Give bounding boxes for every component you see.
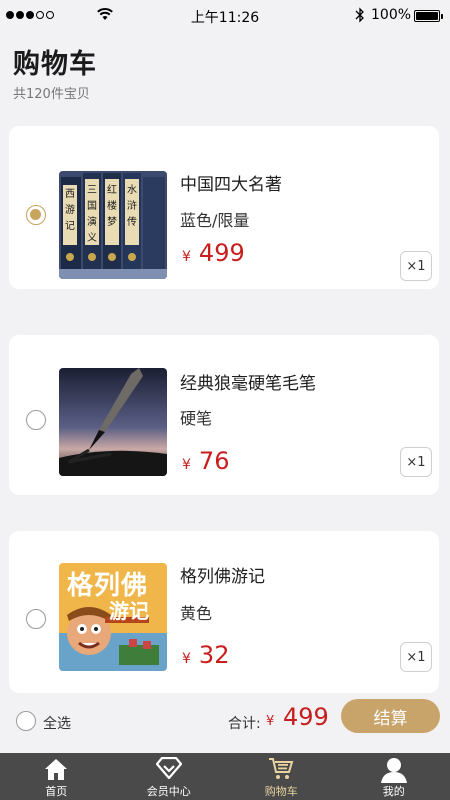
item-select-radio[interactable] bbox=[26, 410, 46, 430]
cart-item: 格列佛 游记 格列佛游记 黄色 ¥32 ×1 bbox=[9, 531, 439, 693]
svg-text:梦: 梦 bbox=[107, 216, 117, 228]
quantity-button[interactable]: ×1 bbox=[400, 447, 432, 477]
status-bar: 上午11:26 100% bbox=[0, 0, 450, 32]
tab-label: 首页 bbox=[45, 785, 68, 798]
pen-image[interactable] bbox=[59, 368, 167, 476]
item-name[interactable]: 中国四大名著 bbox=[180, 170, 282, 195]
select-all-label[interactable]: 全选 bbox=[43, 713, 71, 733]
item-name[interactable]: 格列佛游记 bbox=[180, 562, 265, 587]
item-price: ¥76 bbox=[182, 447, 229, 475]
tab-cart[interactable]: 购物车 bbox=[225, 753, 338, 800]
currency-symbol: ¥ bbox=[182, 249, 191, 265]
svg-text:浒: 浒 bbox=[127, 199, 137, 212]
svg-text:演: 演 bbox=[87, 215, 97, 228]
tab-label: 购物车 bbox=[264, 785, 298, 798]
svg-text:国: 国 bbox=[87, 200, 97, 212]
svg-text:记: 记 bbox=[65, 220, 75, 232]
cart-icon bbox=[269, 758, 294, 779]
checkout-summary: 全选 合计: ¥ 499 结算 bbox=[0, 696, 450, 752]
tab-label: 我的 bbox=[382, 785, 405, 798]
battery-percentage: 100% bbox=[371, 7, 412, 23]
svg-text:义: 义 bbox=[87, 232, 97, 244]
item-price: ¥499 bbox=[182, 239, 245, 267]
svg-text:游: 游 bbox=[65, 203, 75, 216]
svg-text:传: 传 bbox=[127, 216, 137, 228]
svg-text:水: 水 bbox=[127, 184, 137, 196]
cart-item: 西游记 三国演义 红楼梦 水浒传 中国四大名著 蓝色/限量 ¥499 ×1 bbox=[9, 126, 439, 289]
bluetooth-icon bbox=[355, 7, 364, 23]
tab-member-center[interactable]: 会员中心 bbox=[113, 753, 226, 800]
price-value: 499 bbox=[198, 239, 245, 267]
tab-label: 会员中心 bbox=[146, 785, 191, 798]
cart-item: 经典狼毫硬笔毛笔 硬笔 ¥76 ×1 bbox=[9, 335, 439, 495]
tab-home[interactable]: 首页 bbox=[0, 753, 113, 800]
svg-text:西: 西 bbox=[65, 189, 75, 200]
item-variant: 硬笔 bbox=[180, 409, 213, 428]
svg-text:三: 三 bbox=[87, 185, 97, 196]
item-count: 共120件宝贝 bbox=[13, 87, 90, 102]
currency-symbol: ¥ bbox=[182, 457, 191, 473]
currency-symbol: ¥ bbox=[182, 651, 191, 667]
gulliver-book-cover[interactable]: 格列佛 游记 bbox=[59, 563, 167, 671]
home-icon bbox=[45, 759, 68, 780]
item-select-radio[interactable] bbox=[26, 205, 46, 225]
diamond-icon bbox=[155, 757, 182, 779]
page-title: 购物车 bbox=[13, 49, 97, 80]
svg-text:楼: 楼 bbox=[107, 199, 117, 212]
checkout-button[interactable]: 结算 bbox=[341, 699, 440, 733]
total-value: 499 bbox=[283, 703, 329, 731]
quantity-button[interactable]: ×1 bbox=[400, 642, 432, 672]
cover-subtitle: 游记 bbox=[109, 599, 149, 623]
quantity-button[interactable]: ×1 bbox=[400, 251, 432, 281]
item-name[interactable]: 经典狼毫硬笔毛笔 bbox=[180, 369, 316, 394]
svg-text:红: 红 bbox=[107, 183, 117, 196]
item-variant: 黄色 bbox=[180, 604, 213, 623]
price-value: 32 bbox=[198, 641, 230, 669]
item-select-radio[interactable] bbox=[26, 609, 46, 629]
total-label: 合计: bbox=[228, 716, 261, 732]
item-variant: 蓝色/限量 bbox=[180, 211, 250, 230]
tab-mine[interactable]: 我的 bbox=[338, 753, 450, 800]
total-currency: ¥ bbox=[266, 714, 275, 729]
books-image[interactable]: 西游记 三国演义 红楼梦 水浒传 bbox=[59, 171, 167, 279]
item-price: ¥32 bbox=[182, 641, 229, 669]
person-icon bbox=[380, 758, 407, 783]
tab-bar: 首页 会员中心 购物车 我的 bbox=[0, 753, 450, 800]
price-value: 76 bbox=[198, 447, 230, 475]
battery-icon bbox=[414, 10, 443, 22]
select-all-radio[interactable] bbox=[16, 711, 36, 731]
